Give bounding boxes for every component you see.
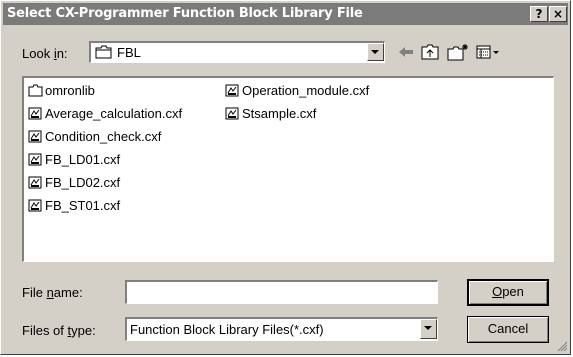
file-dialog: Select CX-Programmer Function Block Libr… bbox=[0, 0, 571, 355]
file-icon bbox=[28, 130, 42, 143]
files-of-type-label: Files of type: bbox=[22, 323, 96, 338]
new-folder-icon[interactable] bbox=[446, 43, 470, 63]
view-menu-icon[interactable] bbox=[475, 43, 501, 63]
cancel-button[interactable]: Cancel bbox=[467, 316, 549, 343]
folder-icon bbox=[28, 84, 43, 97]
folder-icon bbox=[95, 45, 112, 59]
look-in-dropdown[interactable]: FBL bbox=[89, 41, 385, 63]
file-icon bbox=[28, 199, 42, 212]
file-type-dropdown-button[interactable] bbox=[420, 319, 437, 339]
file-icon bbox=[28, 153, 42, 166]
file-icon bbox=[28, 107, 42, 120]
up-folder-icon[interactable] bbox=[420, 43, 442, 63]
file-icon bbox=[225, 107, 239, 120]
file-icon bbox=[225, 84, 239, 97]
window-title: Select CX-Programmer Function Block Libr… bbox=[7, 6, 363, 21]
file-list[interactable]: omronlib Average_calculation.cxf Conditi… bbox=[22, 76, 554, 262]
file-icon bbox=[28, 176, 42, 189]
open-button[interactable]: Open bbox=[467, 279, 549, 306]
file-type-value: Function Block Library Files(*.cxf) bbox=[130, 322, 324, 337]
file-name-label: File name: bbox=[22, 285, 83, 300]
look-in-dropdown-button[interactable] bbox=[367, 43, 384, 61]
file-type-dropdown[interactable]: Function Block Library Files(*.cxf) bbox=[125, 317, 438, 341]
title-bar[interactable]: Select CX-Programmer Function Block Libr… bbox=[3, 3, 568, 25]
resize-grip-icon[interactable] bbox=[556, 340, 568, 352]
file-name-input[interactable] bbox=[125, 280, 438, 304]
help-button[interactable]: ? bbox=[530, 6, 548, 22]
look-in-value: FBL bbox=[117, 45, 141, 60]
close-button[interactable]: × bbox=[549, 6, 567, 22]
look-in-label: Look in: bbox=[22, 46, 68, 61]
back-arrow-icon[interactable] bbox=[395, 43, 417, 63]
